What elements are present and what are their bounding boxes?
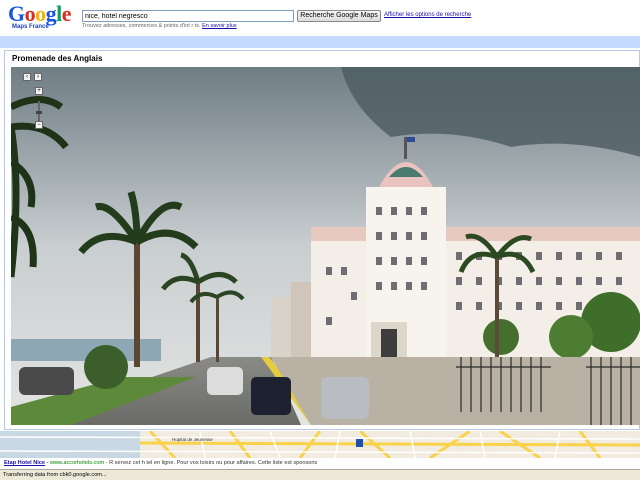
header-divider-bar <box>0 36 640 48</box>
car <box>321 377 369 419</box>
search-button[interactable]: Recherche Google Maps <box>297 10 381 22</box>
search-input[interactable] <box>82 10 294 22</box>
street-view-panel: Promenade des Anglais ‹ › + − <box>4 50 640 430</box>
ad-title-link[interactable]: Etap Hotel Nice <box>4 460 45 466</box>
map-preview[interactable]: Hopital de Jeunesse <box>0 431 640 458</box>
zoom-slider-handle[interactable] <box>36 111 42 114</box>
car <box>207 367 243 395</box>
logo-subtitle: Maps France <box>12 24 49 30</box>
google-maps-logo[interactable]: Google Maps France <box>8 3 76 33</box>
learn-more-link[interactable]: En savoir plus <box>202 23 237 29</box>
panel-title: Promenade des Anglais <box>12 54 103 63</box>
ad-description: - R servez cet h tel en ligne. Pour vos … <box>104 460 318 466</box>
street-view-controls: ‹ › + − <box>23 73 53 133</box>
street-view-scene <box>11 67 640 425</box>
zoom-out-button[interactable]: − <box>35 121 43 129</box>
map-place-label: Hopital de Jeunesse <box>172 437 213 442</box>
search-hint-text: Trouvez adresses, commerces & points d'i… <box>82 23 201 29</box>
browser-status-bar: Transferring data from cbk0.google.com..… <box>0 469 640 480</box>
map-tiles <box>0 431 640 458</box>
logo-wordmark: Google <box>8 1 72 26</box>
pan-right-button[interactable]: › <box>34 73 42 81</box>
ad-url-link[interactable]: www.accorhotels.com <box>50 460 104 466</box>
zoom-in-button[interactable]: + <box>35 87 43 95</box>
sponsored-ad: Etap Hotel Nice - www.accorhotels.com - … <box>4 460 640 469</box>
search-hint: Trouvez adresses, commerces & points d'i… <box>82 23 237 29</box>
pan-left-button[interactable]: ‹ <box>23 73 31 81</box>
search-options-link[interactable]: Afficher les options de recherche <box>384 12 471 18</box>
header: Google Maps France Recherche Google Maps… <box>0 0 640 36</box>
street-view-image[interactable]: ‹ › + − <box>11 67 640 425</box>
car <box>251 377 291 415</box>
car <box>19 367 74 395</box>
